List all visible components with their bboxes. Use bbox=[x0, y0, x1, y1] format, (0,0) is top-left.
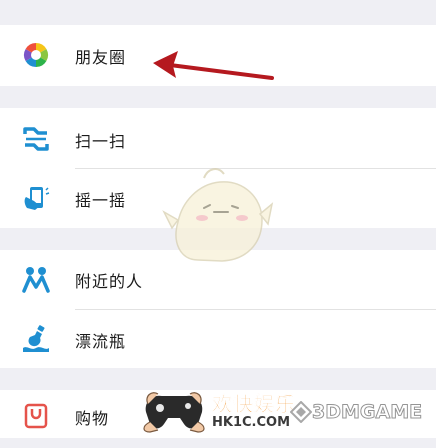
group-moments: 朋友圈 bbox=[0, 25, 436, 86]
drift-bottle-icon bbox=[22, 325, 50, 353]
watermark-site-text: HK1C.COM bbox=[212, 415, 291, 430]
menu-item-label: 朋友圈 bbox=[75, 48, 127, 67]
watermark-brand-text: 3DMGAME bbox=[311, 401, 423, 424]
menu-item-label: 附近的人 bbox=[75, 272, 144, 291]
moments-aperture-icon bbox=[22, 41, 50, 69]
menu-item-moments[interactable]: 朋友圈 bbox=[0, 26, 436, 84]
game-controller-watermark-icon bbox=[143, 392, 205, 433]
menu-item-label: 摇一摇 bbox=[75, 191, 127, 210]
watermark-cn-text: 欢快娱乐 bbox=[212, 392, 296, 417]
mascot-watermark bbox=[162, 168, 274, 262]
scan-icon bbox=[22, 125, 50, 153]
menu-item-label: 漂流瓶 bbox=[75, 332, 127, 351]
nearby-people-icon bbox=[22, 265, 50, 293]
menu-item-label: 购物 bbox=[75, 409, 110, 428]
shopping-bag-icon bbox=[22, 402, 50, 430]
3dm-logo-icon bbox=[290, 401, 312, 423]
menu-item-label: 扫一扫 bbox=[75, 132, 127, 151]
menu-item-scan[interactable]: 扫一扫 bbox=[0, 110, 436, 168]
menu-item-drift-bottle[interactable]: 漂流瓶 bbox=[0, 310, 436, 368]
shake-phone-icon bbox=[22, 184, 50, 212]
